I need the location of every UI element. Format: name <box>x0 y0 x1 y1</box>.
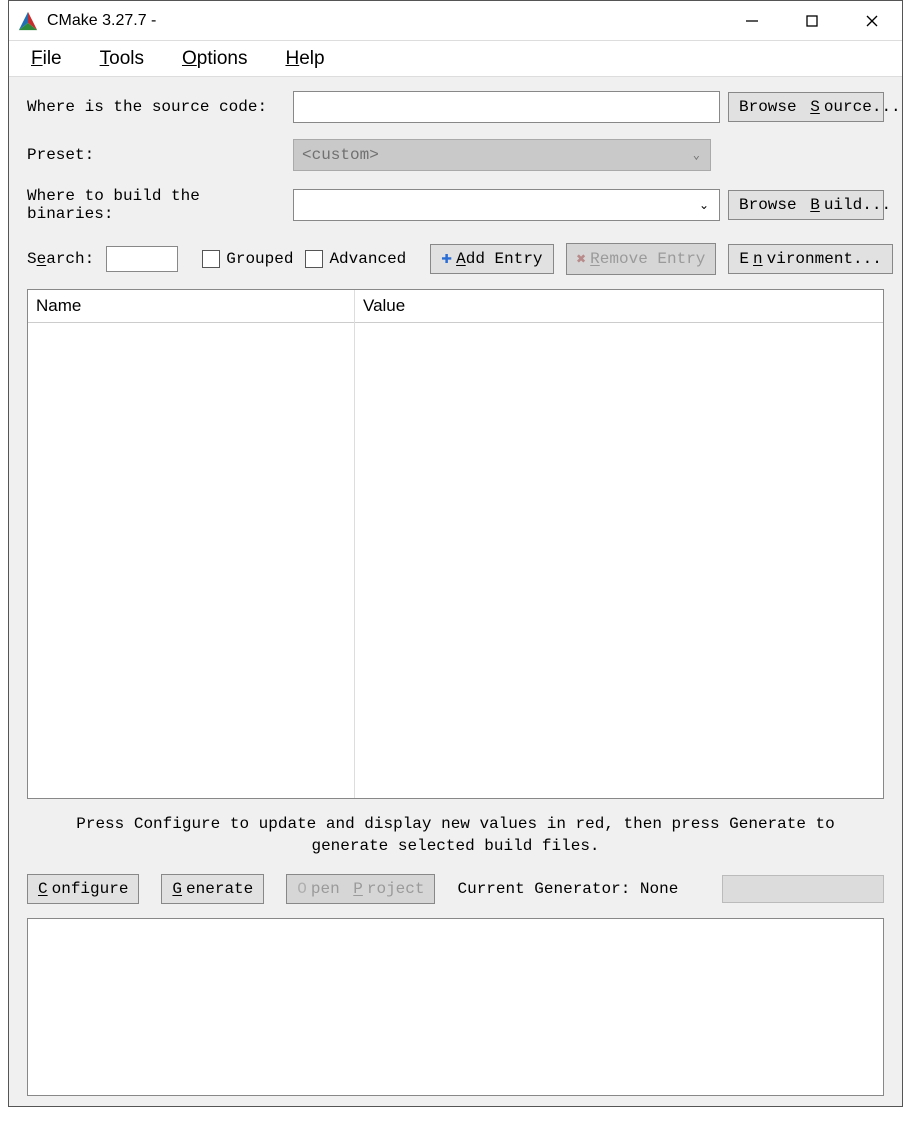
open-project-button: Open Project <box>286 874 435 904</box>
browse-build-button[interactable]: Browse Build... <box>728 190 884 220</box>
build-label: Where to build the binaries: <box>27 187 285 223</box>
checkbox-box-icon <box>202 250 220 268</box>
build-row: Where to build the binaries: ⌄ Browse Bu… <box>27 187 884 223</box>
minimize-button[interactable] <box>722 1 782 41</box>
hint-text: Press Configure to update and display ne… <box>59 813 852 858</box>
preset-row: Preset: <custom> ⌄ <box>27 139 884 171</box>
table-col-name: Name <box>28 290 355 798</box>
chevron-down-icon: ⌄ <box>693 148 700 163</box>
cmake-window: CMake 3.27.7 - File Tools Options Help W… <box>8 0 903 1107</box>
source-input[interactable] <box>293 91 720 123</box>
add-entry-button[interactable]: ✚ Add Entry <box>430 244 553 274</box>
x-icon: ✖ <box>577 249 587 269</box>
preset-value: <custom> <box>302 146 379 164</box>
progress-bar <box>722 875 884 903</box>
grouped-label: Grouped <box>226 250 293 268</box>
remove-entry-button: ✖ Remove Entry <box>566 243 717 275</box>
environment-button[interactable]: Environment... <box>728 244 892 274</box>
search-label: Search: <box>27 250 94 268</box>
toolbar-row: Search: Grouped Advanced ✚ Add Entry ✖ R… <box>27 243 884 275</box>
plus-icon: ✚ <box>441 250 452 268</box>
generate-button[interactable]: Generate <box>161 874 264 904</box>
browse-source-button[interactable]: Browse Source... <box>728 92 884 122</box>
source-label: Where is the source code: <box>27 98 285 116</box>
menu-help[interactable]: Help <box>285 48 324 70</box>
col-value-header[interactable]: Value <box>355 290 883 323</box>
status-label: Current Generator: None <box>457 880 678 898</box>
col-name-header[interactable]: Name <box>28 290 354 323</box>
source-row: Where is the source code: Browse Source.… <box>27 91 884 123</box>
window-controls <box>722 1 902 40</box>
build-combo[interactable]: ⌄ <box>293 189 720 221</box>
advanced-checkbox[interactable]: Advanced <box>305 250 406 268</box>
close-button[interactable] <box>842 1 902 41</box>
title-bar: CMake 3.27.7 - <box>9 1 902 41</box>
maximize-button[interactable] <box>782 1 842 41</box>
client-area: Where is the source code: Browse Source.… <box>9 77 902 1106</box>
advanced-label: Advanced <box>329 250 406 268</box>
chevron-down-icon[interactable]: ⌄ <box>699 198 709 212</box>
preset-label: Preset: <box>27 146 285 164</box>
menu-options[interactable]: Options <box>182 48 247 70</box>
configure-button[interactable]: Configure <box>27 874 139 904</box>
menu-file[interactable]: File <box>31 48 62 70</box>
cache-table[interactable]: Name Value <box>27 289 884 799</box>
checkbox-box-icon <box>305 250 323 268</box>
menu-tools[interactable]: Tools <box>100 48 144 70</box>
search-input[interactable] <box>106 246 178 272</box>
cmake-logo-icon <box>17 10 39 32</box>
output-area[interactable] <box>27 918 884 1096</box>
menu-bar: File Tools Options Help <box>9 41 902 77</box>
grouped-checkbox[interactable]: Grouped <box>202 250 293 268</box>
bottom-row: Configure Generate Open Project Current … <box>27 874 884 904</box>
window-title: CMake 3.27.7 - <box>47 12 156 30</box>
table-col-value: Value <box>355 290 883 798</box>
preset-combo: <custom> ⌄ <box>293 139 711 171</box>
